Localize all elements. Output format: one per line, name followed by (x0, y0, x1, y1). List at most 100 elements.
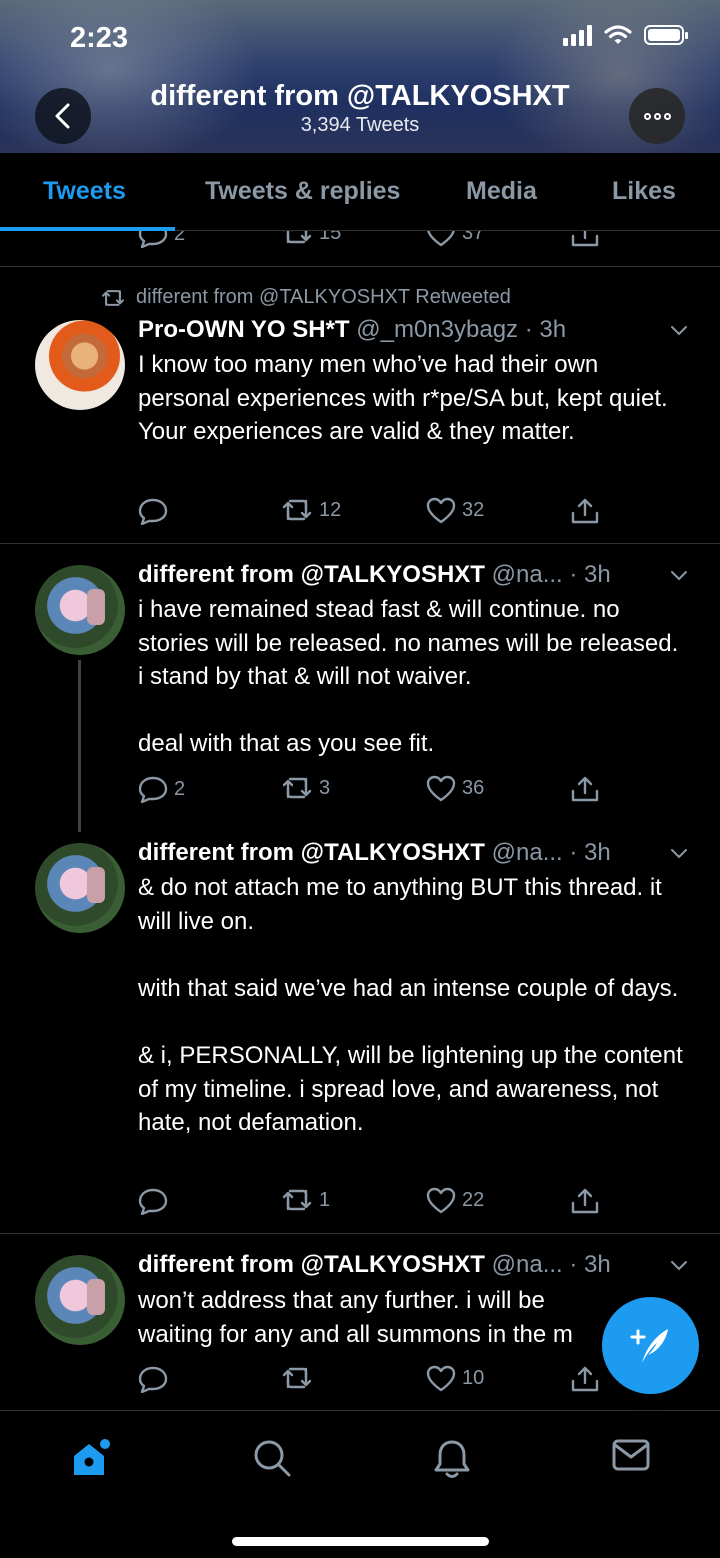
reply-button[interactable]: 2 (138, 775, 185, 803)
reply-button[interactable] (138, 1187, 174, 1215)
heart-icon (426, 1187, 456, 1214)
tweet-author[interactable]: Pro-OWN YO SH*T @_m0n3ybagz · 3h (138, 316, 566, 344)
share-button[interactable] (570, 1365, 600, 1393)
like-count: 32 (462, 499, 485, 521)
chevron-down-icon[interactable] (670, 845, 688, 863)
retweet-icon (102, 289, 124, 306)
tweet-count: 3,394 Tweets (300, 114, 420, 136)
profile-title: different from @TALKYOSHXT (150, 80, 570, 112)
chevron-down-icon[interactable] (670, 322, 688, 340)
tweet-author[interactable]: different from @TALKYOSHXT @na... · 3h (138, 839, 611, 867)
avatar[interactable] (35, 1255, 125, 1345)
retweet-count: 12 (319, 498, 342, 521)
tweet-actions: 1 22 (138, 1187, 608, 1217)
tweet-text: won’t address that any further. i will b… (138, 1287, 573, 1348)
tweet-actions: 10 (138, 1365, 608, 1395)
tweet-text: i have remained stead fast & will contin… (138, 596, 679, 758)
retweet-icon (282, 1189, 312, 1211)
tab-tweets[interactable]: Tweets (43, 177, 126, 206)
tweet-text: & do not attach me to anything BUT this … (138, 874, 683, 1137)
compose-tweet-button[interactable] (602, 1297, 699, 1394)
author-name: different from @TALKYOSHXT (138, 839, 485, 866)
retweet-button[interactable]: 12 (281, 497, 341, 523)
share-button[interactable] (570, 1187, 600, 1215)
reply-icon (138, 1366, 168, 1393)
heart-icon (426, 1365, 456, 1392)
tweet-author[interactable]: different from @TALKYOSHXT @na... · 3h (138, 561, 611, 589)
share-icon (571, 1366, 599, 1392)
retweet-button[interactable]: 3 (281, 775, 330, 801)
home-indicator (232, 1537, 489, 1546)
retweet-label-text: different from @TALKYOSHXT Retweeted (136, 286, 511, 308)
chevron-down-icon[interactable] (670, 567, 688, 585)
heart-icon (426, 497, 456, 524)
like-button[interactable]: 32 (426, 497, 484, 524)
retweet-count: 3 (319, 776, 331, 799)
reply-button[interactable] (138, 497, 174, 525)
search-icon[interactable] (252, 1438, 292, 1478)
avatar[interactable] (35, 320, 125, 410)
share-button[interactable] (570, 775, 600, 803)
reply-icon (138, 1188, 168, 1215)
author-name: different from @TALKYOSHXT (138, 1251, 485, 1278)
author-handle-time: @na... · 3h (491, 839, 611, 866)
home-icon[interactable] (70, 1438, 112, 1478)
retweet-count: 1 (319, 1188, 331, 1211)
more-button[interactable] (629, 88, 685, 144)
tweet-text: I know too many men who’ve had their own… (138, 351, 674, 446)
author-handle-time: @_m0n3ybagz · 3h (356, 316, 567, 343)
chevron-down-icon[interactable] (670, 1257, 688, 1275)
more-icon-dot (663, 112, 671, 120)
tweet-actions: 12 32 (138, 497, 608, 527)
more-icon-dot (653, 112, 661, 120)
profile-tabs: Tweets Tweets & replies Media Likes (0, 153, 720, 231)
reply-icon (138, 776, 168, 803)
notifications-icon[interactable] (433, 1438, 471, 1480)
tab-media[interactable]: Media (466, 177, 537, 206)
wifi-icon (604, 25, 632, 44)
retweet-icon (282, 1367, 312, 1389)
like-count: 10 (462, 1367, 485, 1389)
tab-tweets-and-replies[interactable]: Tweets & replies (205, 177, 400, 206)
retweet-label: different from @TALKYOSHXT Retweeted (100, 286, 511, 309)
share-icon (571, 1188, 599, 1214)
like-button[interactable]: 22 (426, 1187, 484, 1214)
tweet-divider (0, 543, 720, 544)
battery-icon (644, 25, 688, 45)
retweet-icon (282, 777, 312, 799)
heart-icon (426, 775, 456, 802)
like-button[interactable]: 36 (426, 775, 484, 802)
author-name: different from @TALKYOSHXT (138, 561, 485, 588)
avatar[interactable] (35, 843, 125, 933)
cellular-signal-icon (563, 24, 592, 46)
tweet-actions: 2 3 36 (138, 775, 608, 805)
retweet-icon (282, 499, 312, 521)
share-button[interactable] (570, 497, 600, 525)
compose-tweet-icon (630, 1328, 668, 1363)
share-icon (571, 498, 599, 524)
retweet-button[interactable]: 1 (281, 1187, 330, 1213)
share-icon (571, 776, 599, 802)
tab-likes[interactable]: Likes (612, 177, 676, 206)
tweet-author[interactable]: different from @TALKYOSHXT @na... · 3h (138, 1251, 611, 1279)
thread-line (78, 660, 81, 832)
avatar[interactable] (35, 565, 125, 655)
active-tab-indicator (0, 227, 175, 231)
like-count: 36 (462, 777, 485, 799)
status-time: 2:23 (70, 22, 129, 54)
reply-count: 2 (174, 777, 186, 800)
tweet-divider (0, 1233, 720, 1234)
messages-icon[interactable] (612, 1438, 650, 1472)
like-button[interactable]: 10 (426, 1365, 484, 1392)
reply-icon (138, 498, 168, 525)
bottom-nav (0, 1410, 720, 1558)
author-handle-time: @na... · 3h (491, 561, 611, 588)
status-icons (563, 24, 688, 46)
author-handle-time: @na... · 3h (491, 1251, 611, 1278)
retweet-button[interactable] (281, 1365, 319, 1391)
author-name: Pro-OWN YO SH*T (138, 316, 350, 343)
like-count: 22 (462, 1189, 485, 1211)
more-icon (643, 112, 651, 120)
reply-button[interactable] (138, 1365, 174, 1393)
profile-header: 2:23 different from @TALKYOSHXT 3,394 Tw… (0, 0, 720, 153)
